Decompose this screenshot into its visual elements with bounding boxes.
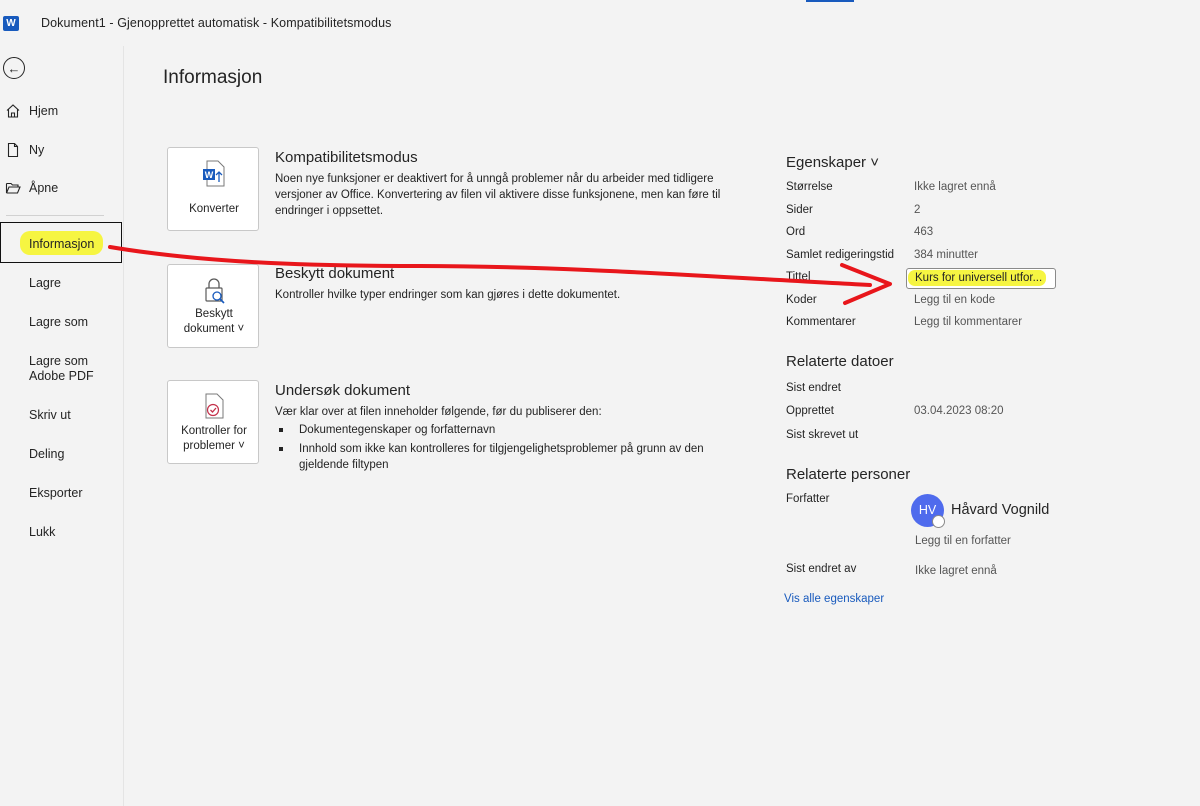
date-value-created: 03.04.2023 08:20 [914,405,1004,417]
prop-value-pages: 2 [914,204,921,216]
prop-label-tags: Koder [786,294,817,306]
list-item: Innhold som ikke kan kontrolleres for ti… [275,441,715,473]
last-modified-by-label: Sist endret av [786,563,857,575]
nav-item-eksporter[interactable]: Eksporter [29,486,83,501]
check-issues-button[interactable]: Kontroller for problemer ˅ [167,380,259,464]
prop-label-pages: Sider [786,204,813,216]
title-bar: W Dokument1 - Gjenopprettet automatisk -… [0,0,1200,46]
word-logo-icon: W [3,16,19,31]
check-issues-label-2: problemer ˅ [183,440,245,452]
section-title-inspect: Undersøk dokument [275,382,411,399]
protect-button-label-2: dokument ˅ [183,323,245,335]
prop-label-words: Ord [786,226,806,238]
related-people-heading: Relaterte personer [786,466,911,483]
nav-item-lukk[interactable]: Lukk [29,525,55,540]
svg-text:W: W [205,170,214,180]
add-comments-field[interactable]: Legg til kommentarer [914,316,1022,328]
nav-item-lagre-som[interactable]: Lagre som [29,315,88,330]
author-label: Forfatter [786,493,830,505]
nav-label: Ny [29,143,45,157]
properties-heading[interactable]: Egenskaper ˅ [786,154,879,171]
section-title-compat: Kompatibilitetsmodus [275,149,418,166]
section-text-protect: Kontroller hvilke typer endringer som ka… [275,289,621,301]
word-convert-icon: W [203,160,225,187]
prop-value-words: 463 [914,226,934,238]
prop-label-title: Tittel [786,271,811,283]
info-page: Informasjon W Konverter Kompatibilitetsm… [123,46,1200,806]
back-arrow-icon[interactable]: ← [3,57,25,79]
protect-button-label-1: Beskytt [195,308,233,320]
nav-label-line2: Adobe PDF [29,369,94,383]
prop-label-size: Størrelse [786,181,833,193]
window-title: Dokument1 - Gjenopprettet automatisk - K… [41,16,392,30]
nav-item-skriv-ut[interactable]: Skriv ut [29,408,71,423]
page-title: Informasjon [163,67,263,88]
author-name[interactable]: Håvard Vognild [951,502,1049,518]
inspect-bullet-list: Dokumentegenskaper og forfatternavn Innh… [275,422,715,473]
folder-open-icon [5,182,21,194]
nav-item-ny[interactable]: Ny [0,132,123,168]
check-issues-label-1: Kontroller for [181,425,247,437]
section-text-compat: Noen nye funksjoner er deaktivert for å … [275,173,721,217]
new-document-icon [7,142,19,158]
add-tag-field[interactable]: Legg til en kode [914,294,995,306]
presence-status-icon [932,515,945,528]
prop-label-comments: Kommentarer [786,316,856,328]
date-label-last-printed: Sist skrevet ut [786,429,859,441]
section-title-protect: Beskytt dokument [275,265,395,282]
date-label-last-modified: Sist endret [786,382,841,394]
nav-item-lagre-som-adobe-pdf[interactable]: Lagre som Adobe PDF [29,354,94,384]
lock-search-icon [205,278,225,304]
protect-document-button[interactable]: Beskytt dokument ˅ [167,264,259,348]
nav-divider [6,215,104,216]
backstage-nav: ← Hjem Ny Åpne Informasjon Lagre Lagre s… [0,46,123,806]
nav-label: Åpne [29,181,59,195]
last-modified-by-value: Ikke lagret ennå [915,565,997,577]
nav-label: Hjem [29,104,59,118]
nav-item-lagre[interactable]: Lagre [29,276,61,291]
title-input-value: Kurs for universell utfor... [915,272,1043,284]
nav-item-hjem[interactable]: Hjem [0,93,123,129]
nav-item-informasjon[interactable]: Informasjon [29,237,94,252]
nav-label: Lagre som [29,354,89,368]
date-label-created: Opprettet [786,405,834,417]
inspect-document-icon [205,393,224,419]
convert-button[interactable]: W Konverter [167,147,259,231]
convert-button-label: Konverter [189,203,239,215]
add-author-field[interactable]: Legg til en forfatter [915,535,1011,547]
related-dates-heading: Relaterte datoer [786,353,894,370]
prop-value-editing-time: 384 minutter [914,249,978,261]
titlebar-accent [806,0,854,2]
nav-item-deling[interactable]: Deling [29,447,64,462]
list-item: Dokumentegenskaper og forfatternavn [275,422,715,438]
section-text-inspect: Vær klar over at filen inneholder følgen… [275,406,602,418]
nav-item-apne[interactable]: Åpne [0,170,123,206]
home-icon [6,104,20,118]
prop-label-editing-time: Samlet redigeringstid [786,249,895,261]
prop-value-size: Ikke lagret ennå [914,181,996,193]
show-all-properties-link[interactable]: Vis alle egenskaper [784,593,884,605]
